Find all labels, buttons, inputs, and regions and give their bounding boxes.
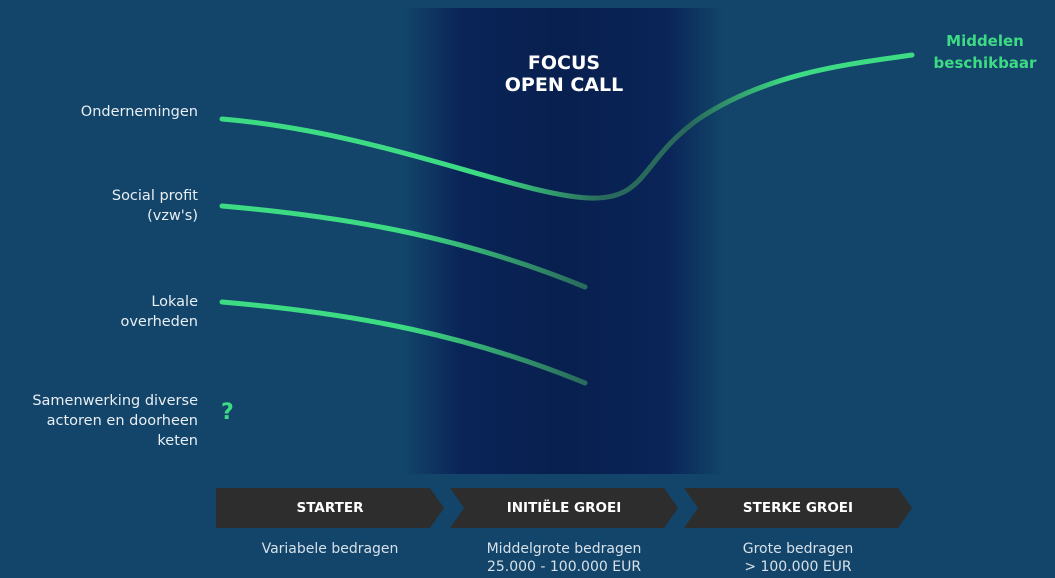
stage-label: STERKE GROEI bbox=[742, 500, 854, 516]
stage-starter: STARTER bbox=[216, 488, 444, 528]
stage-initiele-groei: INITIËLE GROEI bbox=[450, 488, 678, 528]
middelen-beschikbaar-label: Middelen beschikbaar bbox=[933, 32, 1037, 72]
stage-sub-initiele-groei: Middelgrote bedragen 25.000 - 100.000 EU… bbox=[486, 541, 642, 575]
stage-label: INITIËLE GROEI bbox=[506, 500, 622, 516]
stage-label: STARTER bbox=[296, 500, 364, 516]
curve-social-profit bbox=[219, 203, 588, 290]
actor-label-samenwerking: Samenwerking diverse actoren en doorheen… bbox=[32, 393, 198, 449]
question-mark-icon: ? bbox=[221, 400, 234, 425]
actor-label-lokale-overheden: Lokale overheden bbox=[120, 294, 198, 330]
actor-label-social-profit: Social profit (vzw's) bbox=[111, 188, 198, 224]
actor-label-ondernemingen: Ondernemingen bbox=[80, 104, 198, 120]
stage-sub-sterke-groei: Grote bedragen > 100.000 EUR bbox=[742, 541, 854, 575]
stage-sub-starter: Variabele bedragen bbox=[261, 541, 399, 557]
curve-ondernemingen bbox=[219, 52, 915, 201]
stage-sterke-groei: STERKE GROEI bbox=[684, 488, 912, 528]
curve-lokale-overheden bbox=[219, 299, 588, 386]
